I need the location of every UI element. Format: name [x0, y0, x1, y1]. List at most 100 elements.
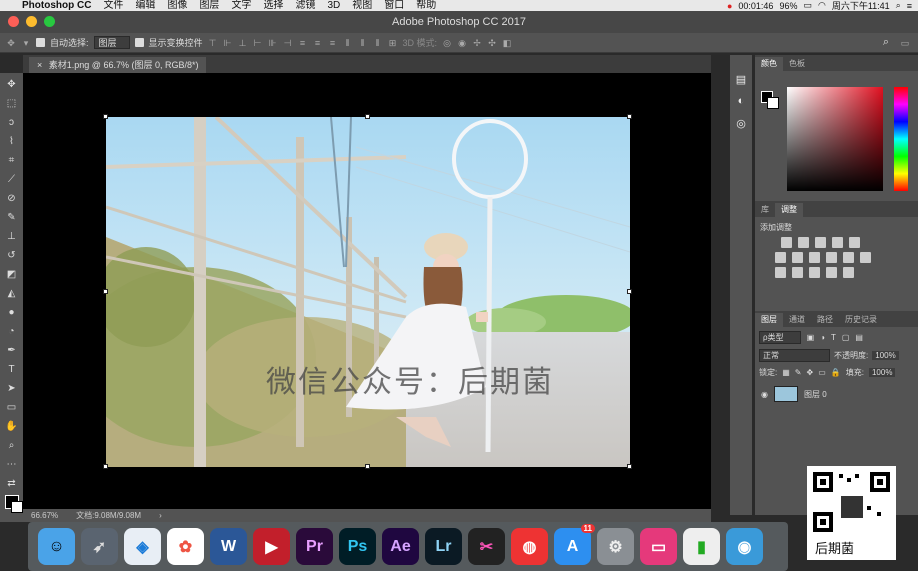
crop-tool-icon[interactable]: ⌗ — [4, 153, 20, 169]
color-picker[interactable] — [755, 71, 918, 197]
3d-pan-icon[interactable]: ✢ — [472, 38, 482, 48]
record-icon[interactable]: ● — [727, 1, 732, 11]
transform-handle-mr[interactable] — [627, 289, 632, 294]
document-image[interactable]: 微信公众号：后期菌 — [106, 117, 630, 467]
move-tool-icon[interactable]: ✥ — [6, 38, 16, 48]
layer-item[interactable]: ◉ 图层 0 — [755, 385, 918, 403]
3d-rotate-icon[interactable]: ◎ — [442, 38, 452, 48]
display-app-icon[interactable]: ▭ — [640, 528, 677, 565]
levels-icon[interactable] — [798, 237, 809, 248]
background-color-swatch[interactable] — [10, 501, 23, 513]
hue-saturation-icon[interactable] — [775, 252, 786, 263]
menu-list-icon[interactable]: ≡ — [907, 1, 912, 11]
tab-paths[interactable]: 路径 — [811, 313, 839, 327]
zoom-button[interactable] — [44, 16, 55, 27]
filter-shape-icon[interactable]: ▢ — [842, 333, 850, 342]
opacity-field[interactable]: 100% — [872, 351, 899, 360]
3d-slide-icon[interactable]: ✣ — [487, 38, 497, 48]
system-preferences-icon[interactable]: ⚙ — [597, 528, 634, 565]
chevron-down-icon[interactable]: ▾ — [21, 38, 31, 48]
marquee-tool-icon[interactable]: ⬚ — [4, 96, 20, 112]
blur-tool-icon[interactable]: ● — [4, 305, 20, 321]
app-store-icon[interactable]: A 11 — [554, 524, 595, 565]
menu-filter[interactable]: 滤镜 — [289, 0, 321, 11]
3d-scale-icon[interactable]: ◧ — [502, 38, 512, 48]
dodge-tool-icon[interactable]: ◔ — [4, 324, 20, 340]
menu-view[interactable]: 视图 — [346, 0, 378, 11]
align-bottom-icon[interactable]: ⊥ — [238, 38, 248, 48]
align-vcenter-icon[interactable]: ⊩ — [223, 38, 233, 48]
close-icon[interactable]: × — [37, 60, 42, 70]
menu-type[interactable]: 文字 — [225, 0, 257, 11]
filter-pixel-icon[interactable]: ▣ — [807, 333, 815, 342]
quick-select-tool-icon[interactable]: ⌇ — [4, 134, 20, 150]
distribute-bottom-icon[interactable]: ≡ — [328, 38, 338, 48]
lightroom-icon[interactable]: Lr — [425, 528, 462, 565]
tab-history[interactable]: 历史记录 — [839, 313, 883, 327]
lasso-tool-icon[interactable]: ↄ — [4, 115, 20, 131]
finder-icon[interactable]: ☺ — [38, 528, 75, 565]
brightness-icon[interactable] — [781, 237, 792, 248]
align-top-icon[interactable]: ⊤ — [208, 38, 218, 48]
properties-icon[interactable]: ▤ — [734, 73, 748, 87]
pen-tool-icon[interactable]: ✒ — [4, 343, 20, 359]
transform-handle-bl[interactable] — [103, 464, 108, 469]
filter-type-icon[interactable]: T — [831, 333, 836, 342]
media-player-icon[interactable]: ▶ — [253, 528, 290, 565]
transform-handle-tl[interactable] — [103, 114, 108, 119]
tab-color[interactable]: 颜色 — [755, 57, 783, 71]
distribute-hcenter-icon[interactable]: ⫴ — [358, 38, 368, 48]
wifi-icon[interactable]: ◠ — [818, 0, 826, 11]
align-left-icon[interactable]: ⊢ — [253, 38, 263, 48]
curves-icon[interactable] — [815, 237, 826, 248]
blend-mode-dropdown[interactable]: 正常 — [759, 349, 830, 362]
background-swatch[interactable] — [767, 97, 779, 109]
menu-file[interactable]: 文件 — [97, 0, 129, 11]
eye-icon[interactable]: ◉ — [761, 390, 768, 399]
distribute-top-icon[interactable]: ≡ — [298, 38, 308, 48]
layer-kind-filter[interactable]: ρ类型 — [759, 331, 801, 344]
word-icon[interactable]: W — [210, 528, 247, 565]
auto-select-checkbox[interactable] — [36, 38, 45, 47]
more-tools-icon[interactable]: ⋯ — [4, 457, 20, 473]
color-field[interactable] — [787, 87, 883, 191]
lock-transparency-icon[interactable]: ▦ — [782, 368, 790, 377]
filter-adjustment-icon[interactable]: ◑ — [820, 333, 825, 342]
align-hcenter-icon[interactable]: ⊪ — [268, 38, 278, 48]
history-brush-tool-icon[interactable]: ↺ — [4, 248, 20, 264]
menu-3d[interactable]: 3D — [321, 0, 346, 11]
lock-all-icon[interactable]: 🔒 — [831, 368, 841, 377]
color-wheel-icon[interactable]: ◎ — [734, 117, 748, 131]
hand-tool-icon[interactable]: ✋ — [4, 419, 20, 435]
invert-icon[interactable] — [775, 267, 786, 278]
selective-color-icon[interactable] — [843, 267, 854, 278]
premiere-icon[interactable]: Pr — [296, 528, 333, 565]
transform-handle-tc[interactable] — [365, 114, 370, 119]
document-tab[interactable]: × 素材1.png @ 66.7% (图层 0, RGB/8*) — [29, 57, 207, 73]
fill-field[interactable]: 100% — [868, 368, 896, 377]
transform-handle-br[interactable] — [627, 464, 632, 469]
chevron-right-icon[interactable]: › — [159, 511, 162, 520]
distribute-vcenter-icon[interactable]: ≡ — [313, 38, 323, 48]
color-lookup-icon[interactable] — [860, 252, 871, 263]
tab-libraries[interactable]: 库 — [755, 203, 775, 217]
layer-name[interactable]: 图层 0 — [804, 389, 827, 400]
photos-icon[interactable]: ✿ — [167, 528, 204, 565]
transform-controls-checkbox[interactable] — [134, 38, 144, 47]
distribute-left-icon[interactable]: ⫴ — [343, 38, 353, 48]
menu-edit[interactable]: 编辑 — [129, 0, 161, 11]
clone-stamp-tool-icon[interactable]: ⊥ — [4, 229, 20, 245]
transform-handle-tr[interactable] — [627, 114, 632, 119]
menu-help[interactable]: 帮助 — [410, 0, 442, 11]
posterize-icon[interactable] — [792, 267, 803, 278]
zoom-tool-icon[interactable]: ⌕ — [4, 438, 20, 454]
search-icon[interactable]: ⌕ — [883, 36, 889, 49]
color-balance-icon[interactable] — [792, 252, 803, 263]
tab-adjustments[interactable]: 调整 — [775, 203, 803, 217]
swap-colors-icon[interactable]: ⇄ — [4, 476, 20, 492]
transform-handle-bc[interactable] — [365, 464, 370, 469]
history-icon[interactable]: ◐ — [734, 95, 748, 109]
filter-smart-icon[interactable]: ▤ — [855, 333, 863, 342]
close-button[interactable] — [8, 16, 19, 27]
align-right-icon[interactable]: ⊣ — [283, 38, 293, 48]
